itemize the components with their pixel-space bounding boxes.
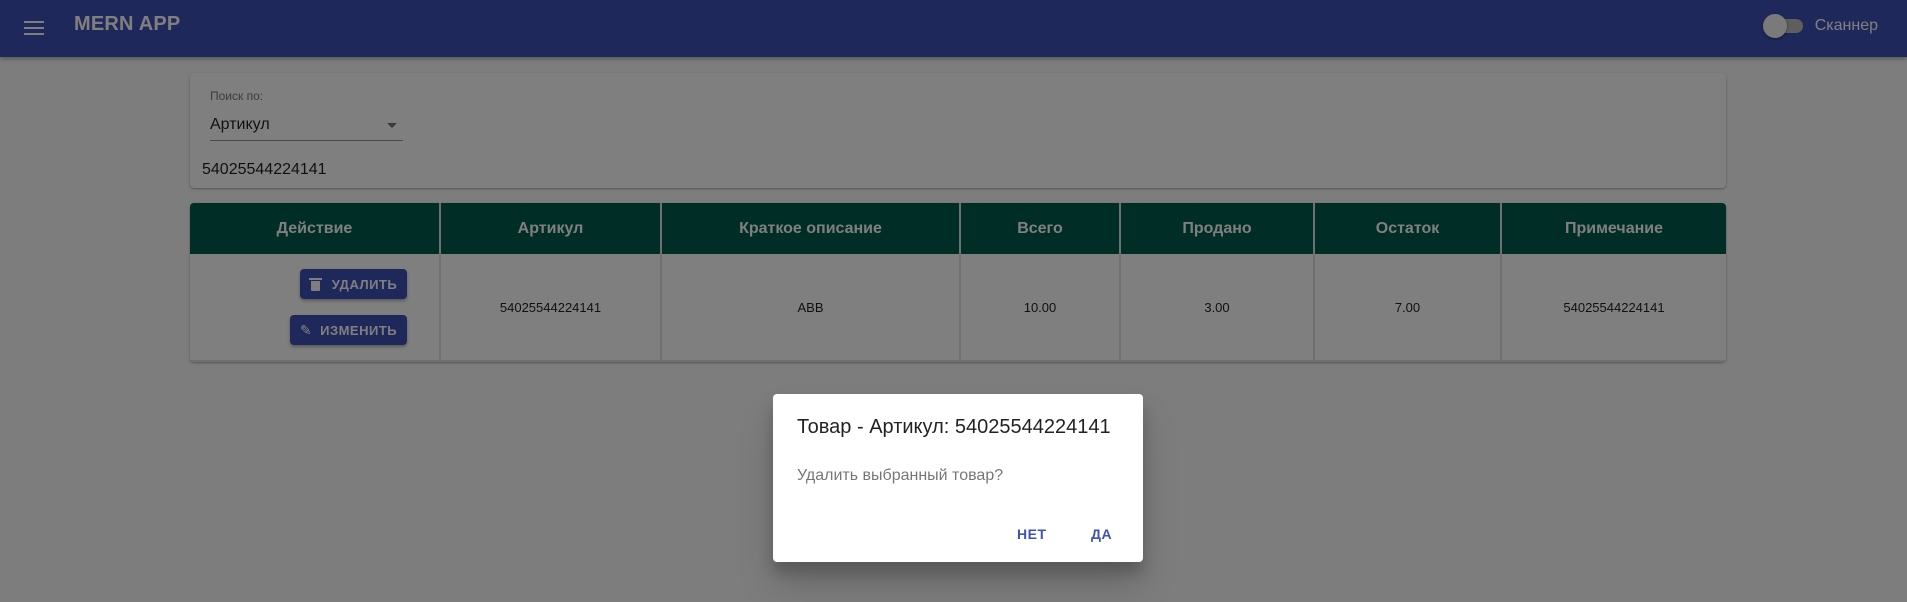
yes-button[interactable]: ДА	[1085, 522, 1118, 546]
confirm-delete-dialog: Товар - Артикул: 54025544224141 Удалить …	[773, 394, 1143, 562]
dialog-title: Товар - Артикул: 54025544224141	[797, 416, 1111, 438]
dialog-text: Удалить выбранный товар?	[797, 467, 1004, 484]
no-button[interactable]: НЕТ	[1011, 522, 1053, 546]
